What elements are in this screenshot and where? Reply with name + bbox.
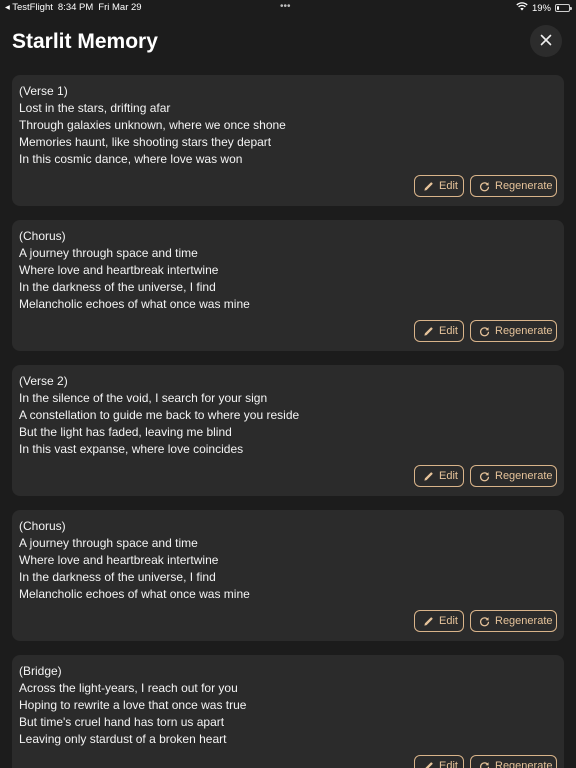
- status-bar: ◂ TestFlight 8:34 PM Fri Mar 29 ••• 19%: [0, 0, 576, 16]
- lyric-section-card: (Bridge) Across the light-years, I reach …: [12, 655, 564, 768]
- lyric-line: Where love and heartbreak intertwine: [19, 263, 219, 277]
- lyric-section-card: (Verse 1) Lost in the stars, drifting afa…: [12, 75, 564, 206]
- multitasking-dots[interactable]: •••: [280, 1, 291, 12]
- section-heading: (Chorus): [19, 229, 66, 243]
- regenerate-button[interactable]: Regenerate: [470, 320, 557, 342]
- edit-label: Edit: [439, 615, 458, 627]
- edit-label: Edit: [439, 760, 458, 768]
- close-button[interactable]: [530, 25, 562, 57]
- lyric-section-card: (Chorus) A journey through space and time…: [12, 510, 564, 641]
- refresh-icon: [479, 471, 490, 482]
- section-actions: Edit Regenerate: [414, 320, 557, 342]
- status-date: Fri Mar 29: [98, 2, 142, 13]
- lyric-line: But time's cruel hand has torn us apart: [19, 715, 225, 729]
- status-left: ◂ TestFlight 8:34 PM Fri Mar 29: [5, 2, 142, 13]
- refresh-icon: [479, 326, 490, 337]
- edit-label: Edit: [439, 180, 458, 192]
- status-right: 19%: [516, 2, 572, 14]
- pencil-icon: [423, 181, 434, 192]
- section-heading: (Chorus): [19, 519, 66, 533]
- lyrics-list: (Verse 1) Lost in the stars, drifting afa…: [12, 75, 564, 768]
- lyric-line: Melancholic echoes of what once was mine: [19, 587, 250, 601]
- section-actions: Edit Regenerate: [414, 610, 557, 632]
- close-icon: [540, 31, 552, 51]
- pencil-icon: [423, 761, 434, 768]
- pencil-icon: [423, 616, 434, 627]
- lyric-line: Through galaxies unknown, where we once …: [19, 118, 286, 132]
- regenerate-label: Regenerate: [495, 760, 553, 768]
- lyric-section-card: (Chorus) A journey through space and time…: [12, 220, 564, 351]
- back-to-app-link[interactable]: ◂ TestFlight: [5, 2, 53, 13]
- edit-button[interactable]: Edit: [414, 320, 464, 342]
- section-actions: Edit Regenerate: [414, 175, 557, 197]
- section-heading: (Verse 2): [19, 374, 68, 388]
- wifi-icon: [516, 2, 528, 14]
- lyric-line: Where love and heartbreak intertwine: [19, 553, 219, 567]
- lyric-line: But the light has faded, leaving me blin…: [19, 425, 232, 439]
- status-time: 8:34 PM: [57, 2, 94, 13]
- pencil-icon: [423, 471, 434, 482]
- lyric-line: In the silence of the void, I search for…: [19, 391, 268, 405]
- page-title: Starlit Memory: [12, 30, 158, 53]
- refresh-icon: [479, 761, 490, 768]
- lyric-line: In the darkness of the universe, I find: [19, 280, 216, 294]
- lyric-line: Across the light-years, I reach out for …: [19, 681, 238, 695]
- lyric-line: In this vast expanse, where love coincid…: [19, 442, 244, 456]
- regenerate-button[interactable]: Regenerate: [470, 465, 557, 487]
- lyric-line: Melancholic echoes of what once was mine: [19, 297, 250, 311]
- lyric-line: In the darkness of the universe, I find: [19, 570, 216, 584]
- regenerate-label: Regenerate: [495, 615, 553, 627]
- section-heading: (Verse 1): [19, 84, 68, 98]
- regenerate-button[interactable]: Regenerate: [470, 175, 557, 197]
- refresh-icon: [479, 616, 490, 627]
- lyric-section-card: (Verse 2) In the silence of the void, I s…: [12, 365, 564, 496]
- lyric-line: Hoping to rewrite a love that once was t…: [19, 698, 247, 712]
- pencil-icon: [423, 326, 434, 337]
- battery-fill: [557, 6, 559, 10]
- battery-percent: 19%: [531, 2, 551, 14]
- edit-button[interactable]: Edit: [414, 175, 464, 197]
- battery-icon: [555, 4, 572, 12]
- lyric-line: Lost in the stars, drifting afar: [19, 101, 171, 115]
- edit-button[interactable]: Edit: [414, 755, 464, 768]
- lyric-line: A constellation to guide me back to wher…: [19, 408, 300, 422]
- lyric-line: A journey through space and time: [19, 536, 198, 550]
- lyric-line: Memories haunt, like shooting stars they…: [19, 135, 272, 149]
- section-actions: Edit Regenerate: [414, 755, 557, 768]
- refresh-icon: [479, 181, 490, 192]
- section-actions: Edit Regenerate: [414, 465, 557, 487]
- edit-button[interactable]: Edit: [414, 610, 464, 632]
- lyric-line: A journey through space and time: [19, 246, 198, 260]
- regenerate-label: Regenerate: [495, 470, 553, 482]
- lyric-line: In this cosmic dance, where love was won: [19, 152, 243, 166]
- lyric-line: Leaving only stardust of a broken heart: [19, 732, 227, 746]
- regenerate-button[interactable]: Regenerate: [470, 610, 557, 632]
- edit-label: Edit: [439, 470, 458, 482]
- edit-label: Edit: [439, 325, 458, 337]
- section-heading: (Bridge): [19, 664, 62, 678]
- edit-button[interactable]: Edit: [414, 465, 464, 487]
- regenerate-button[interactable]: Regenerate: [470, 755, 557, 768]
- regenerate-label: Regenerate: [495, 325, 553, 337]
- screen: ◂ TestFlight 8:34 PM Fri Mar 29 ••• 19% …: [0, 0, 576, 768]
- regenerate-label: Regenerate: [495, 180, 553, 192]
